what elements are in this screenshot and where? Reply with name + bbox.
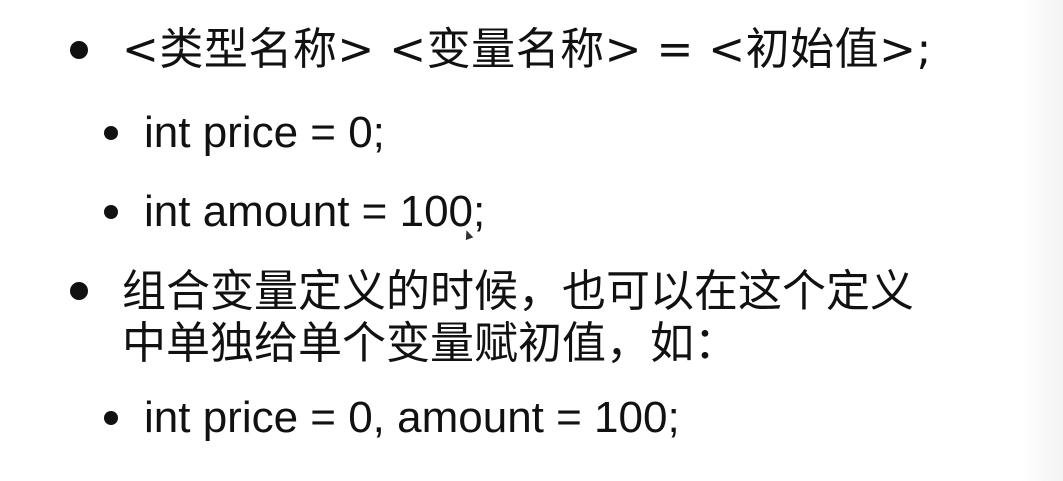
slide: <类型名称> <变量名称> = <初始值>; int price = 0; in…: [0, 0, 1063, 481]
bullet-item-example-combined: int price = 0, amount = 100;: [104, 393, 680, 443]
bullet-multiline-text: 组合变量定义的时候，也可以在这个定义 中单独给单个变量赋初值，如：: [122, 266, 914, 370]
code-example: int price = 0, amount = 100;: [144, 393, 680, 442]
bullet-text-line: 中单独给单个变量赋初值，如：: [122, 318, 738, 369]
bullet-dot-icon: [104, 411, 118, 425]
bullet-item-combined-definition: 组合变量定义的时候，也可以在这个定义 中单独给单个变量赋初值，如：: [70, 266, 914, 370]
bullet-dot-icon: [70, 41, 88, 59]
bullet-dot-icon: [104, 205, 118, 219]
code-example: int price = 0;: [144, 108, 385, 157]
bullet-text: <类型名称> <变量名称> = <初始值>;: [122, 24, 932, 75]
bullet-item-example-price: int price = 0;: [104, 108, 385, 158]
bullet-text-line: 组合变量定义的时候，也可以在这个定义: [122, 266, 914, 317]
code-example: int amount = 100;: [144, 187, 486, 236]
bullet-dot-icon: [70, 282, 88, 300]
bullet-item-syntax: <类型名称> <变量名称> = <初始值>;: [70, 25, 932, 75]
bullet-dot-icon: [104, 126, 118, 140]
bullet-item-example-amount: int amount = 100;: [104, 187, 485, 237]
